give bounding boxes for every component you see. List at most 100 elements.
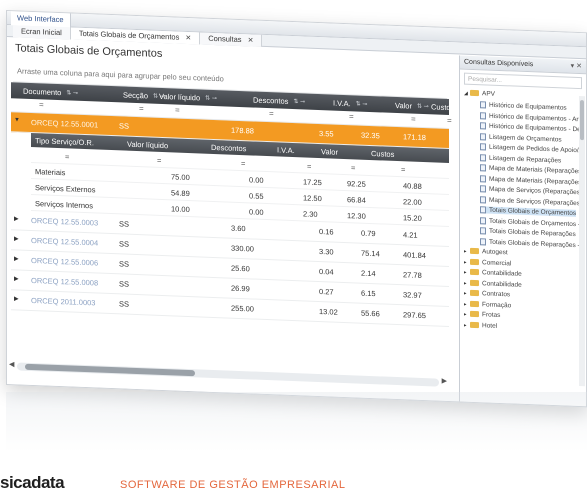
filter-cell-1[interactable]: = bbox=[139, 104, 144, 113]
tree-item-label: Histórico de Equipamentos - Dev bbox=[489, 122, 585, 134]
filter-cell-5[interactable]: = bbox=[411, 115, 416, 124]
subgrid-filter-cell[interactable]: = bbox=[241, 159, 245, 168]
sidebar-search-input[interactable]: Pesquisar... bbox=[464, 72, 582, 90]
subgrid-filter-cell[interactable]: = bbox=[65, 152, 69, 161]
expand-icon[interactable]: ▶ bbox=[14, 215, 19, 222]
seccao-cell: SS bbox=[119, 259, 130, 269]
valor-liquido-cell: 26.99 bbox=[231, 283, 250, 294]
expand-icon[interactable]: ▶ bbox=[14, 235, 19, 242]
column-header-5[interactable]: Valor ⇅ ⊸ bbox=[389, 101, 429, 112]
tree-folder[interactable]: ▸ Contabilidade bbox=[464, 269, 522, 278]
tree-item-label: Histórico de Equipamentos bbox=[489, 101, 567, 112]
scroll-thumb[interactable] bbox=[25, 363, 195, 377]
column-filter-icon[interactable]: ⇅ ⊸ bbox=[293, 98, 305, 105]
tree-folder-label: Formação bbox=[482, 300, 512, 309]
report-icon bbox=[480, 122, 486, 130]
subgrid-column-header-2[interactable]: Descontos bbox=[211, 143, 246, 153]
tree-item[interactable]: Totais Globais de Reparações bbox=[480, 227, 576, 238]
tree-item[interactable]: Listagem de Reparações bbox=[480, 153, 561, 164]
tree-folder[interactable]: ▸ Hotel bbox=[464, 321, 497, 329]
valor-liquido-cell: 25.60 bbox=[231, 263, 250, 274]
subgrid-filter-cell[interactable]: = bbox=[401, 165, 405, 174]
tree-item[interactable]: Mapa de Materiais (Reparações) bbox=[480, 174, 584, 186]
tree-item[interactable]: Histórico de Equipamentos - Dev bbox=[480, 122, 584, 133]
filter-cell-6[interactable]: = bbox=[447, 116, 452, 125]
tree-folder-apv[interactable]: ◢ APV bbox=[464, 90, 495, 98]
document-link[interactable]: ORCEQ 12.55.0006 bbox=[31, 256, 98, 268]
pin-close-icon[interactable]: ▾ ✕ bbox=[571, 60, 582, 74]
document-link[interactable]: ORCEQ 2011.0003 bbox=[31, 296, 95, 307]
tree-folder[interactable]: ▸ Autogest bbox=[464, 248, 508, 256]
tree-folder-label: Contabilidade bbox=[482, 279, 522, 289]
subgrid-filter-cell[interactable]: = bbox=[351, 163, 355, 172]
descontos-cell: 0.04 bbox=[319, 267, 334, 277]
document-link[interactable]: ORCEQ 12.55.0004 bbox=[31, 236, 98, 248]
filter-cell-2[interactable]: = bbox=[175, 105, 180, 114]
close-icon[interactable]: ✕ bbox=[248, 37, 254, 44]
column-header-label: Secção bbox=[123, 90, 149, 101]
vertical-scroll-thumb[interactable] bbox=[580, 100, 584, 141]
tree-item-label: Mapa de Materiais (Reparações) bbox=[489, 164, 584, 176]
expand-icon[interactable]: ▼ bbox=[14, 117, 20, 123]
tree-item[interactable]: Histórico de Equipamentos - Art bbox=[480, 111, 580, 123]
filter-cell-3[interactable]: = bbox=[269, 109, 274, 118]
document-link[interactable]: ORCEQ 12.55.0001 bbox=[31, 118, 98, 130]
subgrid-descontos-cell: 0.00 bbox=[249, 207, 264, 217]
horizontal-scrollbar[interactable]: ◀ ▶ bbox=[9, 361, 447, 387]
document-link[interactable]: ORCEQ 12.55.0003 bbox=[31, 216, 98, 228]
tree-item[interactable]: Mapa de Serviços (Reparações) bbox=[480, 195, 582, 207]
subgrid-valor-cell: 92.25 bbox=[347, 179, 366, 189]
tree-folder[interactable]: ▸ Contabilidade bbox=[464, 279, 522, 288]
expand-icon[interactable]: ▶ bbox=[14, 255, 19, 262]
tab-2[interactable]: Consultas ✕ bbox=[200, 32, 263, 47]
tab-0[interactable]: Ecran Inicial bbox=[13, 25, 71, 40]
tree-folder[interactable]: ▸ Frotas bbox=[464, 311, 500, 319]
column-filter-icon[interactable]: ⇅ ⊸ bbox=[205, 95, 217, 102]
tree-item[interactable]: Totais Globais de Orçamentos - bbox=[480, 216, 580, 228]
folder-icon bbox=[470, 300, 479, 307]
subgrid-column-header-1[interactable]: Valor líquido bbox=[127, 140, 168, 151]
column-filter-icon[interactable]: ⇅ ⊸ bbox=[356, 100, 368, 107]
tree-item[interactable]: Totais Globais de Reparações - I bbox=[480, 237, 583, 249]
subgrid-column-header-5[interactable]: Custos bbox=[371, 149, 394, 159]
close-icon[interactable]: ✕ bbox=[185, 35, 191, 42]
scroll-left-icon[interactable]: ◀ bbox=[9, 360, 14, 368]
filter-cell-4[interactable]: = bbox=[349, 112, 354, 121]
column-filter-icon[interactable]: ⇅ ⊸ bbox=[66, 89, 78, 96]
window-reflection bbox=[6, 392, 587, 452]
tree-folder[interactable]: ▸ Comercial bbox=[464, 258, 511, 267]
tree-item[interactable]: Listagem de Pedidos de Apoio/A bbox=[480, 143, 583, 154]
scroll-right-icon[interactable]: ▶ bbox=[442, 377, 447, 385]
column-header-3[interactable]: Descontos ⇅ ⊸ bbox=[247, 95, 305, 106]
tree-folder[interactable]: ▸ Formação bbox=[464, 300, 511, 309]
expand-icon[interactable]: ▶ bbox=[14, 295, 19, 302]
vertical-scrollbar[interactable] bbox=[579, 96, 585, 387]
tree-folder-label: APV bbox=[482, 90, 496, 98]
expand-icon[interactable]: ▶ bbox=[14, 275, 19, 282]
sidebar-title: Consultas Disponíveis bbox=[464, 58, 534, 69]
subgrid-column-header-0[interactable]: Tipo Serviço/O.R. bbox=[35, 136, 94, 147]
column-header-0[interactable]: Documento ⇅ ⊸ bbox=[17, 86, 78, 97]
subgrid-descontos-cell: 0.00 bbox=[249, 175, 264, 185]
column-header-4[interactable]: I.V.A. ⇅ ⊸ bbox=[327, 98, 367, 109]
tree-item[interactable]: Totais Globais de Orçamentos bbox=[480, 206, 577, 218]
subgrid-filter-cell[interactable]: = bbox=[307, 162, 311, 171]
tree-item[interactable]: Listagem de Orçamentos bbox=[480, 132, 562, 143]
column-header-6[interactable]: Custos bbox=[425, 102, 454, 112]
valor-cell: 297.65 bbox=[403, 310, 426, 321]
report-icon bbox=[480, 143, 486, 151]
tree-folder[interactable]: ▸ Contratos bbox=[464, 290, 510, 298]
tree-item[interactable]: Mapa de Materiais (Reparações) bbox=[480, 164, 584, 175]
column-header-2[interactable]: Valor líquido ⇅ ⊸ bbox=[153, 92, 217, 103]
subgrid-column-header-4[interactable]: Valor bbox=[321, 147, 338, 157]
subgrid-filter-cell[interactable]: = bbox=[157, 156, 161, 165]
filter-cell-0[interactable]: = bbox=[39, 100, 44, 109]
subgrid-column-header-3[interactable]: I.V.A. bbox=[277, 145, 295, 155]
seccao-cell: SS bbox=[119, 239, 130, 249]
document-link[interactable]: ORCEQ 12.55.0008 bbox=[31, 276, 98, 288]
tree-folder-label: Comercial bbox=[482, 258, 512, 267]
column-header-label: Valor líquido bbox=[159, 91, 201, 103]
tree-item[interactable]: Mapa de Serviços (Reparações) bbox=[480, 185, 582, 196]
valor-cell: 32.97 bbox=[403, 290, 422, 300]
tree-item[interactable]: Histórico de Equipamentos bbox=[480, 101, 567, 112]
